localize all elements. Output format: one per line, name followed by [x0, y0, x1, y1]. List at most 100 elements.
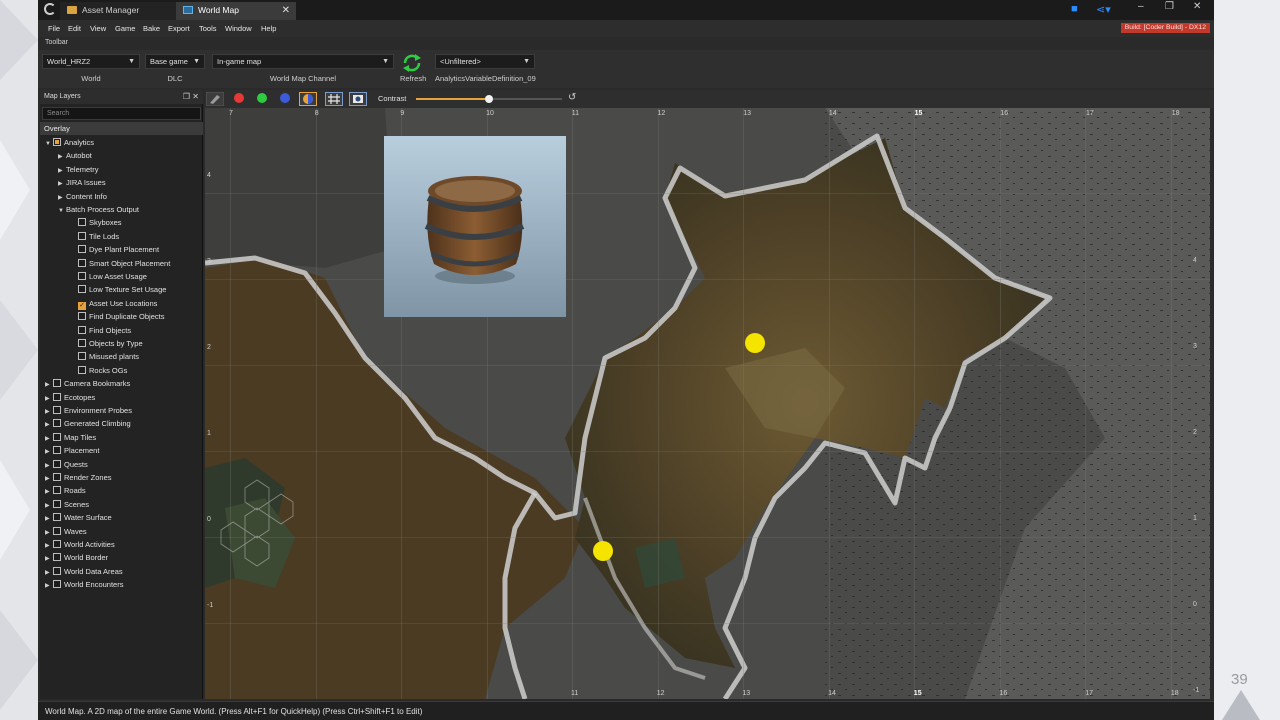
layer-row-analytics[interactable]: ▼ Analytics: [45, 136, 94, 149]
collapsed-arrow-icon[interactable]: ▶: [45, 580, 53, 593]
layer-checkbox[interactable]: [53, 392, 61, 401]
expanded-arrow-icon[interactable]: ▼: [45, 138, 53, 151]
tab-world-map[interactable]: World Map ✕: [176, 2, 296, 20]
menu-bake[interactable]: Bake: [143, 24, 160, 33]
layer-checkbox[interactable]: [53, 580, 61, 589]
menu-game[interactable]: Game: [115, 24, 135, 33]
reset-contrast-icon[interactable]: ↺: [568, 92, 576, 103]
layer-row-camera-bookmarks[interactable]: ▶ Camera Bookmarks: [45, 377, 130, 390]
world-map-viewport[interactable]: 7 8 9 10 11 12 13 14 15 16 17 18 11 12 13 14 15 16 17 18 4 3 2…: [205, 108, 1210, 699]
layer-checkbox[interactable]: [53, 446, 61, 455]
asset-location-marker[interactable]: [593, 541, 613, 561]
layer-checkbox[interactable]: [78, 245, 86, 254]
layer-row-placement[interactable]: ▶ Placement: [45, 444, 99, 457]
menu-window[interactable]: Window: [225, 24, 252, 33]
layer-checkbox[interactable]: [53, 432, 61, 441]
menu-view[interactable]: View: [90, 24, 106, 33]
layer-checkbox[interactable]: [78, 352, 86, 361]
layer-row-ecotopes[interactable]: ▶ Ecotopes: [45, 391, 95, 404]
asset-location-marker[interactable]: [745, 333, 765, 353]
layer-checkbox[interactable]: [53, 473, 61, 481]
screenshot-button[interactable]: [349, 92, 367, 106]
minimize-button[interactable]: –: [1138, 1, 1144, 12]
layer-checkbox[interactable]: [78, 272, 86, 280]
tab-asset-manager[interactable]: Asset Manager: [60, 2, 176, 20]
menu-file[interactable]: File: [48, 24, 60, 33]
brush-tool-button[interactable]: [206, 92, 224, 106]
refresh-button[interactable]: [400, 52, 424, 74]
rgb-channel-toggle[interactable]: [299, 92, 317, 106]
layer-row-tile-lods[interactable]: Tile Lods: [78, 230, 119, 243]
layer-row-low-texture-set-usage[interactable]: Low Texture Set Usage: [78, 283, 166, 296]
filter-dropdown[interactable]: <Unfiltered> ▼: [435, 54, 535, 69]
layer-checkbox[interactable]: [78, 285, 86, 294]
layer-row-smart-object-placement[interactable]: Smart Object Placement: [78, 257, 170, 270]
layer-row-scenes[interactable]: ▶ Scenes: [45, 498, 89, 511]
layer-row-low-asset-usage[interactable]: Low Asset Usage: [78, 270, 147, 283]
menu-help[interactable]: Help: [261, 24, 276, 33]
layer-row-map-tiles[interactable]: ▶ Map Tiles: [45, 431, 96, 444]
layer-checkbox[interactable]: [53, 526, 61, 535]
world-dropdown[interactable]: World_HRZ2 ▼: [42, 54, 140, 69]
overlay-section[interactable]: Overlay: [40, 122, 203, 135]
layer-checkbox[interactable]: [53, 540, 61, 548]
layer-row-waves[interactable]: ▶ Waves: [45, 525, 87, 538]
maximize-button[interactable]: ❐: [1165, 1, 1174, 12]
layer-row-world-activities[interactable]: ▶ World Activities: [45, 538, 115, 551]
layer-checkbox[interactable]: [78, 325, 86, 334]
layer-row-batch-process-output[interactable]: ▼ Batch Process Output: [58, 203, 139, 216]
layer-checkbox[interactable]: [53, 486, 61, 495]
layer-row-water-surface[interactable]: ▶ Water Surface: [45, 511, 112, 524]
dlc-dropdown[interactable]: Base game ▼: [145, 54, 205, 69]
layer-checkbox[interactable]: [53, 419, 61, 428]
layer-row-telemetry[interactable]: ▶ Telemetry: [58, 163, 99, 176]
layer-row-content-info[interactable]: ▶ Content Info: [58, 190, 107, 203]
layer-row-find-objects[interactable]: Find Objects: [78, 324, 131, 337]
layer-checkbox[interactable]: [53, 459, 61, 468]
layers-search-input[interactable]: Search: [42, 107, 201, 120]
layer-checkbox[interactable]: ✓: [78, 301, 86, 310]
grid-toggle-button[interactable]: [325, 92, 343, 106]
layer-checkbox[interactable]: [78, 312, 86, 321]
layer-checkbox[interactable]: [53, 566, 61, 575]
layer-row-objects-by-type[interactable]: Objects by Type: [78, 337, 143, 350]
map-channel-dropdown[interactable]: In-game map ▼: [212, 54, 394, 69]
layer-checkbox[interactable]: [53, 513, 61, 522]
layer-row-autobot[interactable]: ▶ Autobot: [58, 149, 92, 162]
layer-row-find-duplicate-objects[interactable]: Find Duplicate Objects: [78, 310, 164, 323]
layer-row-skyboxes[interactable]: Skyboxes: [78, 216, 122, 229]
close-window-button[interactable]: ✕: [1193, 1, 1201, 12]
layer-row-environment-probes[interactable]: ▶ Environment Probes: [45, 404, 132, 417]
layer-checkbox[interactable]: [78, 218, 86, 227]
layer-row-world-data-areas[interactable]: ▶ World Data Areas: [45, 565, 123, 578]
blue-channel-toggle[interactable]: [280, 93, 290, 103]
menu-export[interactable]: Export: [168, 24, 190, 33]
layer-row-jira-issues[interactable]: ▶ JIRA Issues: [58, 176, 106, 189]
layer-checkbox[interactable]: [78, 365, 86, 374]
contrast-slider[interactable]: [416, 95, 562, 103]
layer-checkbox[interactable]: [53, 138, 61, 146]
layer-checkbox[interactable]: [53, 553, 61, 562]
menu-tools[interactable]: Tools: [199, 24, 217, 33]
layer-row-render-zones[interactable]: ▶ Render Zones: [45, 471, 112, 484]
red-channel-toggle[interactable]: [234, 93, 244, 103]
panel-controls[interactable]: ❐ ✕: [183, 90, 199, 104]
green-channel-toggle[interactable]: [257, 93, 267, 103]
chat-icon[interactable]: ■: [1071, 3, 1078, 15]
layer-checkbox[interactable]: [78, 258, 86, 267]
layer-row-rocks-ogs[interactable]: Rocks OGs: [78, 364, 127, 377]
layer-checkbox[interactable]: [53, 379, 61, 388]
layer-row-asset-use-locations[interactable]: ✓ Asset Use Locations: [78, 297, 157, 310]
layer-row-dye-plant-placement[interactable]: Dye Plant Placement: [78, 243, 159, 256]
close-tab-icon[interactable]: ✕: [282, 2, 290, 19]
layer-checkbox[interactable]: [78, 339, 86, 347]
layer-checkbox[interactable]: [53, 499, 61, 508]
layer-row-quests[interactable]: ▶ Quests: [45, 458, 88, 471]
contrast-slider-handle[interactable]: [485, 95, 493, 103]
menu-edit[interactable]: Edit: [68, 24, 81, 33]
expanded-arrow-icon[interactable]: ▼: [58, 205, 66, 218]
layer-checkbox[interactable]: [78, 231, 86, 240]
share-icon[interactable]: ⋖▾: [1096, 3, 1111, 16]
layer-row-misused-plants[interactable]: Misused plants: [78, 350, 139, 363]
layer-row-world-encounters[interactable]: ▶ World Encounters: [45, 578, 123, 591]
